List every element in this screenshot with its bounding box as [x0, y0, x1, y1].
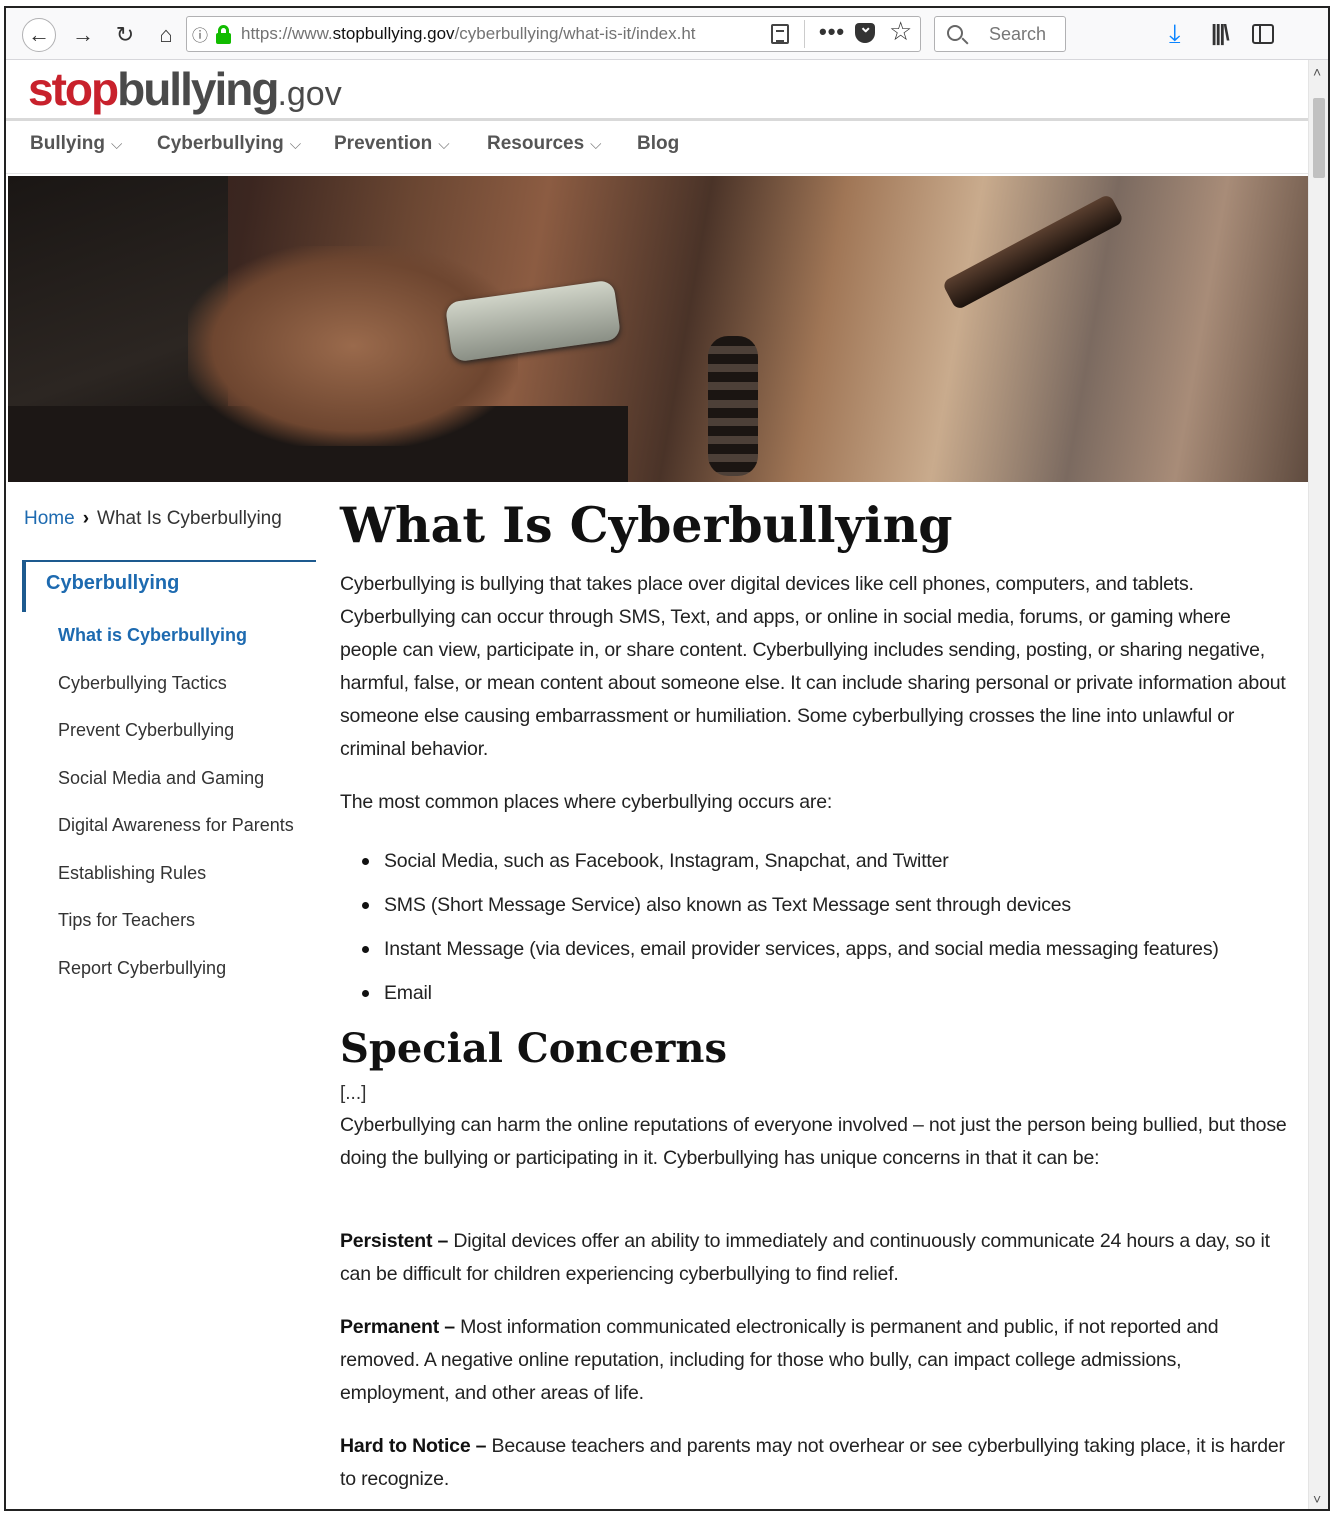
breadcrumb: Home › What Is Cyberbullying	[24, 508, 282, 530]
home-icon[interactable]: ⌂	[149, 18, 183, 52]
scroll-up-arrow-icon[interactable]: ˄	[1313, 64, 1321, 80]
sidebar-item-tips-for-teachers[interactable]: Tips for Teachers	[22, 897, 316, 945]
scroll-down-arrow-icon[interactable]: ˅	[1313, 1491, 1321, 1507]
library-icon[interactable]: |||\	[1211, 20, 1230, 46]
sidebar-nav: Cyberbullying What is Cyberbullying Cybe…	[22, 560, 316, 992]
scrollbar-thumb[interactable]	[1313, 98, 1325, 178]
breadcrumb-current: What Is Cyberbullying	[97, 508, 282, 529]
concern-hard-to-notice: Hard to Notice – Because teachers and pa…	[340, 1430, 1290, 1496]
special-concerns-heading: Special Concerns	[340, 1025, 727, 1072]
forward-arrow-icon[interactable]: →	[66, 18, 100, 52]
sidebar-item-what-is-cyberbullying[interactable]: What is Cyberbullying	[22, 612, 316, 660]
concern-persistent: Persistent – Digital devices offer an ab…	[340, 1225, 1290, 1291]
page-actions-more-icon[interactable]: •••	[819, 19, 845, 45]
chevron-down-icon: ⌵	[590, 136, 602, 153]
nav-item-cyberbullying[interactable]: Cyberbullying ⌵	[157, 133, 301, 155]
list-item: Instant Message (via devices, email prov…	[362, 927, 1290, 971]
url-bar[interactable]: ⓘ https://www.stopbullying.gov/cyberbull…	[186, 16, 921, 52]
nav-item-prevention[interactable]: Prevention ⌵	[334, 133, 450, 155]
concern-text: Most information communicated electronic…	[340, 1316, 1219, 1404]
search-icon	[947, 25, 963, 41]
list-item: Social Media, such as Facebook, Instagra…	[362, 839, 1290, 883]
breadcrumb-home-link[interactable]: Home	[24, 508, 75, 529]
sidebar-item-digital-awareness[interactable]: Digital Awareness for Parents	[22, 802, 316, 850]
browser-toolbar: ← → ↻ ⌂ ⓘ https://www.stopbullying.gov/c…	[6, 8, 1328, 60]
main-content: What Is Cyberbullying Cyberbullying is b…	[340, 490, 1290, 1496]
hero-image	[8, 176, 1310, 482]
nav-item-bullying[interactable]: Bullying ⌵	[30, 133, 122, 155]
pocket-icon[interactable]	[855, 17, 875, 43]
download-icon[interactable]: ⤓	[1169, 18, 1181, 50]
chevron-down-icon: ⌵	[438, 136, 450, 153]
places-list: Social Media, such as Facebook, Instagra…	[362, 839, 1290, 1015]
intro-paragraph: Cyberbullying is bullying that takes pla…	[340, 573, 1286, 760]
concern-term: Hard to Notice –	[340, 1435, 487, 1457]
sidebar-toggle-icon[interactable]	[1252, 24, 1274, 44]
chevron-down-icon: ⌵	[289, 136, 302, 153]
reader-view-icon[interactable]	[771, 24, 789, 44]
sidebar-item-prevent-cyberbullying[interactable]: Prevent Cyberbullying	[22, 707, 316, 755]
back-arrow-icon[interactable]: ←	[22, 18, 56, 52]
sidebar-heading[interactable]: Cyberbullying	[22, 560, 316, 612]
reload-icon[interactable]: ↻	[108, 18, 142, 52]
search-input[interactable]: Search	[934, 16, 1066, 52]
concern-term: Persistent –	[340, 1230, 449, 1252]
sidebar-item-cyberbullying-tactics[interactable]: Cyberbullying Tactics	[22, 660, 316, 708]
concern-term: Permanent –	[340, 1316, 455, 1338]
places-intro: The most common places where cyberbullyi…	[340, 791, 833, 813]
omission-marker: [...]	[340, 1083, 367, 1104]
lock-icon	[213, 23, 235, 45]
sidebar-item-establishing-rules[interactable]: Establishing Rules	[22, 850, 316, 898]
sidebar-item-report-cyberbullying[interactable]: Report Cyberbullying	[22, 945, 316, 993]
page-title: What Is Cyberbullying	[340, 496, 953, 554]
concern-permanent: Permanent – Most information communicate…	[340, 1311, 1290, 1410]
list-item: SMS (Short Message Service) also known a…	[362, 883, 1290, 927]
nav-item-resources[interactable]: Resources ⌵	[487, 133, 602, 155]
site-info-icon[interactable]: ⓘ	[187, 22, 213, 46]
nav-item-blog[interactable]: Blog	[637, 133, 679, 155]
search-placeholder: Search	[989, 24, 1047, 44]
site-logo[interactable]: stopbullying.gov	[28, 62, 342, 116]
sidebar-item-social-media-gaming[interactable]: Social Media and Gaming	[22, 755, 316, 803]
hero-image-phone	[941, 193, 1125, 311]
browser-window: ← → ↻ ⌂ ⓘ https://www.stopbullying.gov/c…	[4, 6, 1330, 1511]
web-page: stopbullying.gov Bullying ⌵ Cyberbullying…	[6, 60, 1310, 1509]
chevron-down-icon: ⌵	[110, 136, 123, 153]
url-separator	[804, 20, 805, 48]
hero-image-bracelet	[708, 336, 758, 476]
special-concerns-intro: Cyberbullying can harm the online reputa…	[340, 1114, 1287, 1169]
breadcrumb-separator: ›	[82, 508, 90, 529]
url-domain: stopbullying.gov	[332, 24, 455, 43]
url-text[interactable]: https://www.stopbullying.gov/cyberbullyi…	[241, 24, 761, 44]
concern-text: Digital devices offer an ability to imme…	[340, 1230, 1270, 1285]
main-nav: Bullying ⌵ Cyberbullying ⌵ Prevention ⌵ Res…	[6, 118, 1310, 174]
bookmark-star-icon[interactable]: ☆	[889, 16, 912, 47]
list-item: Email	[362, 971, 1290, 1015]
vertical-scrollbar[interactable]: ˄ ˅	[1308, 60, 1328, 1509]
